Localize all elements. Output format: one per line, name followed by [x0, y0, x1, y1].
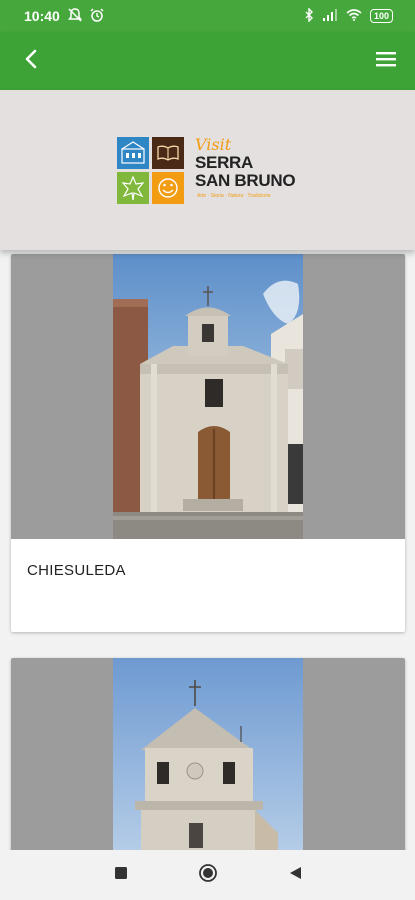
logo-tile-leaf: [117, 172, 149, 204]
logo-visit: Visit: [195, 135, 232, 154]
home-icon[interactable]: [198, 863, 218, 888]
alarm-icon: [90, 7, 104, 25]
system-navigation-bar: [0, 850, 415, 900]
app-bar: [0, 32, 415, 90]
card-image: [11, 254, 405, 539]
status-right: 100: [304, 6, 393, 25]
status-time: 10:40: [24, 8, 60, 24]
header-banner: Visit SERRA SAN BRUNO Arte · Storia · Na…: [0, 90, 415, 250]
logo-text: Visit SERRA SAN BRUNO Arte · Storia · Na…: [195, 135, 305, 205]
notification-mute-icon: [67, 7, 82, 25]
wifi-icon: [346, 8, 362, 24]
logo-tagline: Arte · Storia · Natura · Tradizione: [197, 193, 271, 199]
logo-serra: SERRA: [195, 153, 254, 172]
attraction-card[interactable]: [11, 658, 405, 850]
card-image: [11, 658, 405, 850]
logo-tile-book: [152, 137, 184, 169]
card-title: CHIESULEDA: [27, 562, 126, 579]
status-left: 10:40: [24, 7, 104, 25]
back-icon[interactable]: [288, 866, 302, 885]
menu-button[interactable]: [371, 46, 401, 76]
attractions-feed[interactable]: CHIESULEDA: [0, 250, 415, 850]
logo-tile-building: [117, 137, 149, 169]
attraction-card[interactable]: CHIESULEDA: [11, 254, 405, 632]
visit-serra-san-bruno-logo: Visit SERRA SAN BRUNO Arte · Storia · Na…: [117, 135, 305, 205]
logo-tile-face: [152, 172, 184, 204]
status-bar: 10:40 100: [0, 0, 415, 32]
back-button[interactable]: [16, 46, 46, 76]
bluetooth-icon: [304, 6, 314, 25]
signal-icon: [322, 8, 338, 24]
church-photo: [113, 254, 303, 539]
church-tower-photo: [113, 658, 303, 850]
battery-indicator: 100: [369, 9, 393, 23]
recent-apps-icon[interactable]: [114, 866, 128, 885]
hamburger-menu-icon: [375, 50, 397, 73]
arrow-left-icon: [24, 49, 38, 74]
logo-san-bruno: SAN BRUNO: [195, 171, 296, 190]
